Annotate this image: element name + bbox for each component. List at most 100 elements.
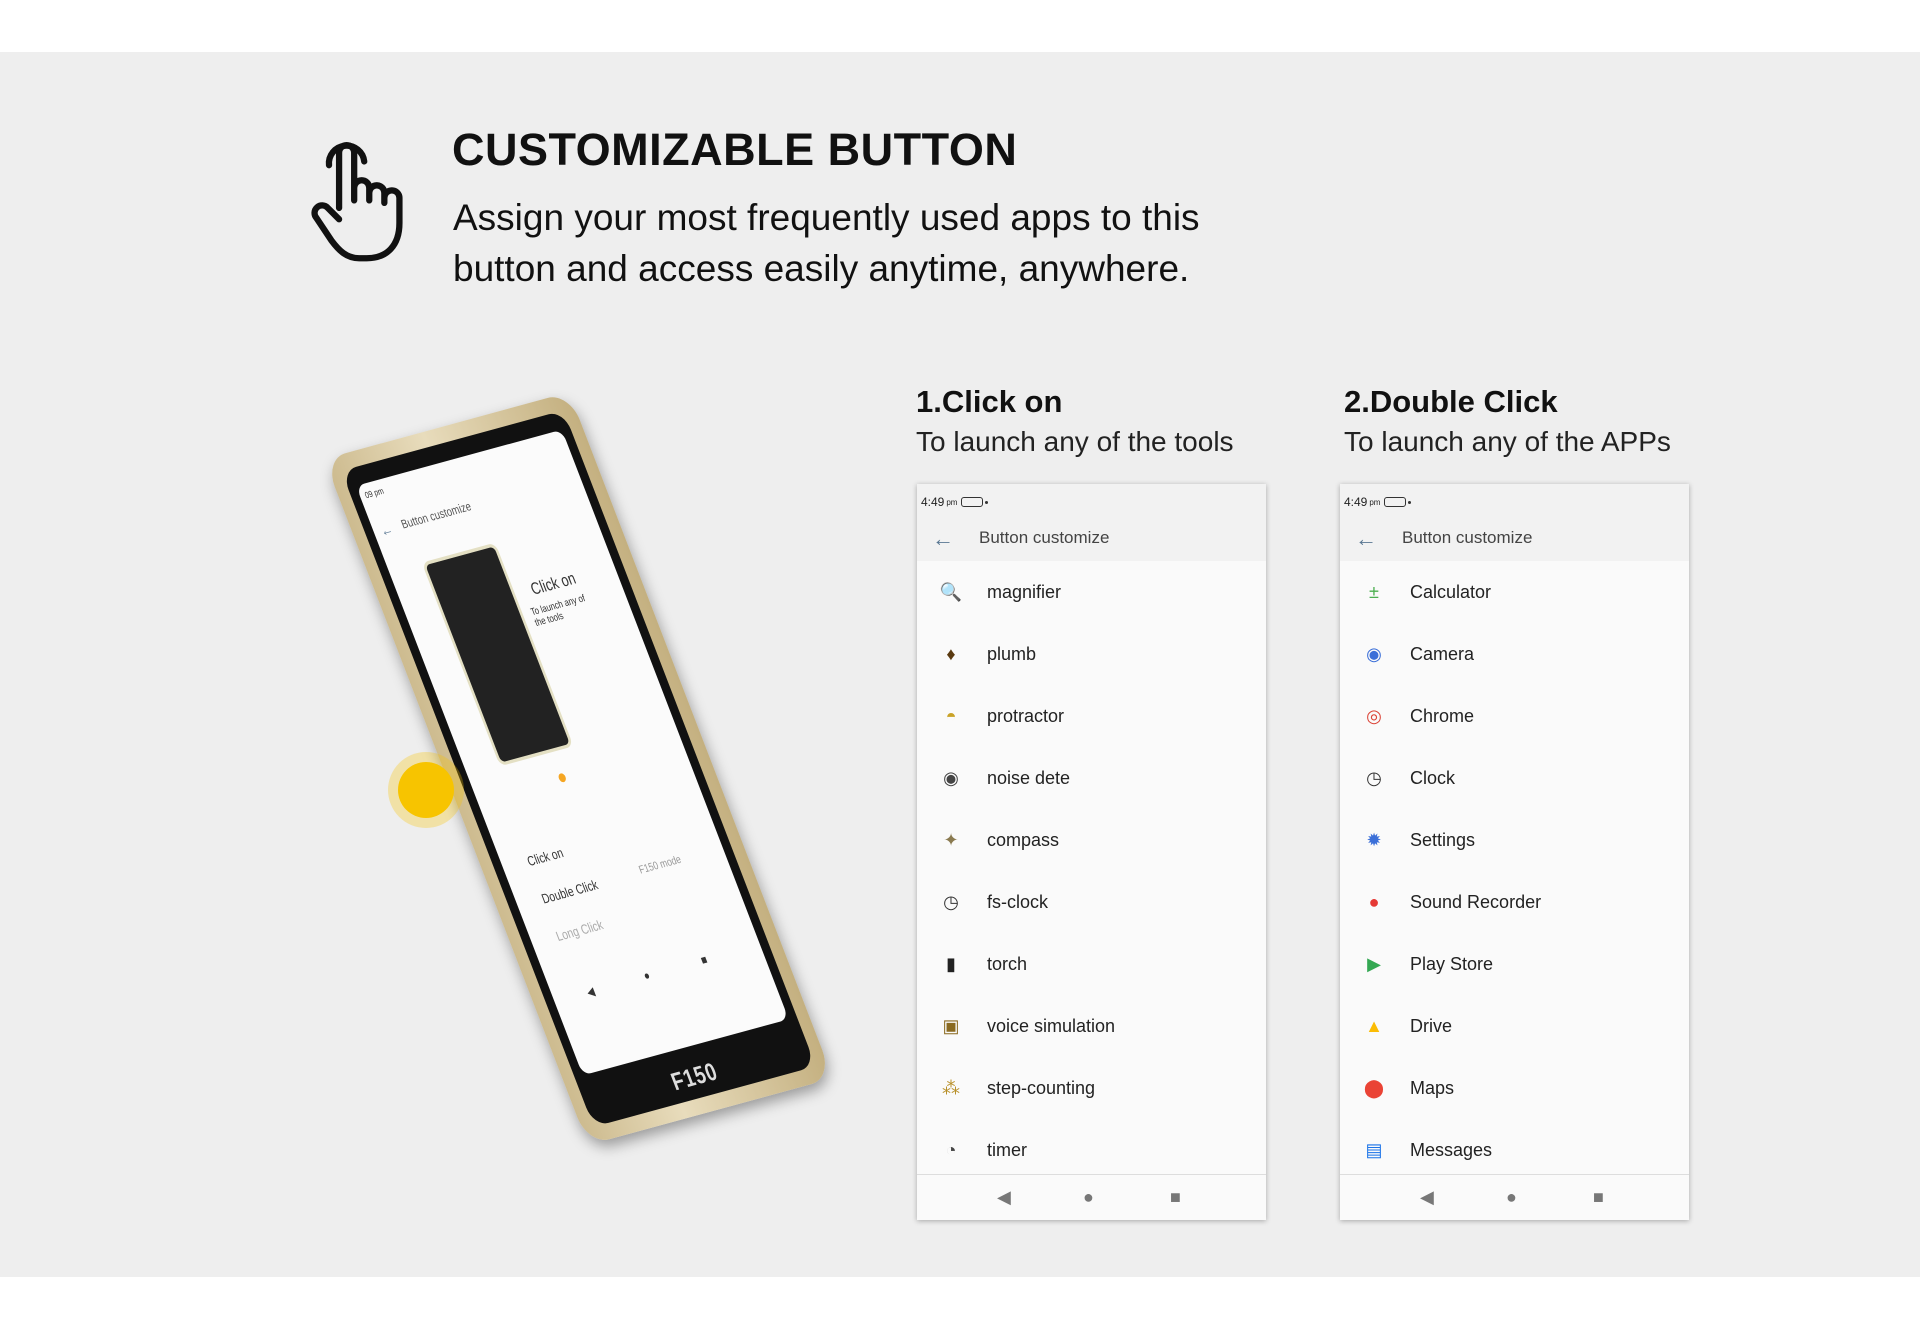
list-item[interactable]: ◉ Camera [1340,623,1689,685]
list-item[interactable]: ● Sound Recorder [1340,871,1689,933]
notification-dot-icon [1408,500,1412,504]
list-item[interactable]: ⁂ step-counting [917,1057,1266,1119]
item-label: voice simulation [987,1015,1116,1036]
nav-bar: ◀ ● ■ [917,1174,1266,1220]
notification-dot-icon [985,500,989,504]
row-long-click: Long Click [553,916,606,945]
item-label: timer [987,1139,1027,1160]
screen-title: Button customize [399,500,474,532]
back-arrow-icon[interactable]: ← [932,526,954,552]
list-item[interactable]: ✹ Settings [1340,809,1689,871]
nav-back-icon: ◀ [585,985,597,1001]
back-arrow-icon[interactable]: ← [1355,526,1377,552]
item-label: compass [987,829,1060,850]
footsteps-icon: ⁂ [942,1077,960,1098]
list-item[interactable]: ◓ protractor [917,685,1266,747]
battery-icon [1384,497,1407,507]
noise-meter-icon: ◉ [943,767,959,788]
compass-icon: ✦ [943,829,959,850]
settings-icon: ✹ [1366,829,1382,850]
list-item[interactable]: ± Calculator [1340,561,1689,623]
nav-recent-icon: ■ [698,953,710,968]
tap-hand-icon [311,142,403,262]
nav-home-icon[interactable]: ● [1083,1187,1094,1208]
camera-icon: ◉ [1366,643,1382,664]
app-header: 4:49 pm ← Button customize [917,484,1266,561]
list-item[interactable]: ⬤ Maps [1340,1057,1689,1119]
item-label: magnifier [987,581,1062,602]
double-click-value: F150 mode [637,853,684,877]
messages-icon: ▤ [1365,1139,1383,1160]
app-header: 4:49 pm ← Button customize [1340,484,1689,561]
item-label: plumb [987,643,1037,664]
list-item[interactable]: ◷ Clock [1340,747,1689,809]
step1-heading: 1.Click on [916,384,1063,419]
drive-icon: ▲ [1365,1015,1383,1036]
row-double-click: Double Click [539,876,601,907]
item-label: Calculator [1410,581,1492,602]
nav-bar: ◀ ● ■ [1340,1174,1689,1220]
list-item[interactable]: ▲ Drive [1340,995,1689,1057]
recorder-icon: ● [1368,891,1380,912]
nav-home-icon[interactable]: ● [1506,1187,1517,1208]
status-bar: 4:49 pm [921,495,989,509]
step1-subtitle: To launch any of the tools [916,426,1234,457]
status-time: 09 pm [363,485,386,501]
timer-icon: ◔ [945,1139,957,1160]
item-label: step-counting [987,1077,1096,1098]
torch-icon: ▮ [946,953,956,974]
subtitle-line: button and access easily anytime, anywhe… [453,248,1190,289]
nav-recent-icon[interactable]: ■ [1170,1187,1181,1208]
status-ampm: pm [1369,497,1381,507]
page-title: CUSTOMIZABLE BUTTON [452,124,1018,175]
protractor-icon: ◓ [945,705,957,726]
item-label: Maps [1410,1077,1455,1098]
list-item[interactable]: 🔍 magnifier [917,561,1266,623]
status-ampm: pm [946,497,958,507]
apps-screen: 4:49 pm ← Button customize ± Calculator ◉… [1340,484,1689,1220]
plumb-icon: ♦ [946,643,956,664]
magnifier-icon: 🔍 [939,581,963,602]
screen-title: Button customize [1402,528,1533,547]
list-item[interactable]: ✦ compass [917,809,1266,871]
maps-icon: ⬤ [1363,1077,1385,1098]
voice-icon: ▣ [942,1015,960,1036]
screen-title: Button customize [979,528,1110,547]
item-label: fs-clock [987,891,1049,912]
nav-home-icon: ● [641,968,653,984]
list-item[interactable]: ▤ Messages [1340,1119,1689,1181]
calculator-icon: ± [1369,581,1379,602]
item-label: torch [987,953,1028,974]
play-store-icon: ▶ [1367,953,1381,974]
list-item[interactable]: ◎ Chrome [1340,685,1689,747]
nav-recent-icon[interactable]: ■ [1593,1187,1604,1208]
item-label: Camera [1410,643,1475,664]
item-label: Chrome [1410,705,1475,726]
clock-icon: ◷ [943,891,959,912]
step2-subtitle: To launch any of the APPs [1344,426,1671,457]
nav-back-icon[interactable]: ◀ [1420,1187,1434,1208]
list-item[interactable]: ◷ fs-clock [917,871,1266,933]
status-bar: 4:49 pm [1344,495,1412,509]
item-label: Messages [1410,1139,1493,1160]
list-item[interactable]: ▶ Play Store [1340,933,1689,995]
back-arrow-icon: ← [377,519,396,540]
list-item[interactable]: ◔ timer [917,1119,1266,1181]
chrome-icon: ◎ [1366,705,1382,726]
list-item[interactable]: ♦ plumb [917,623,1266,685]
nav-back-icon[interactable]: ◀ [997,1187,1011,1208]
subtitle-line: Assign your most frequently used apps to… [453,197,1200,238]
row-click-on: Click on [524,844,566,870]
tools-screen: 4:49 pm ← Button customize 🔍 magnifier ♦ … [917,484,1266,1220]
list-item[interactable]: ▮ torch [917,933,1266,995]
clock-icon: ◷ [1366,767,1382,788]
status-time: 4:49 [921,495,945,509]
carousel-dot [557,772,568,783]
item-label: protractor [987,705,1065,726]
list-item[interactable]: ▣ voice simulation [917,995,1266,1057]
item-label: Drive [1410,1015,1453,1036]
button-highlight [398,762,454,818]
list-item[interactable]: ◉ noise dete [917,747,1266,809]
item-label: Clock [1410,767,1456,788]
item-label: Sound Recorder [1410,891,1542,912]
